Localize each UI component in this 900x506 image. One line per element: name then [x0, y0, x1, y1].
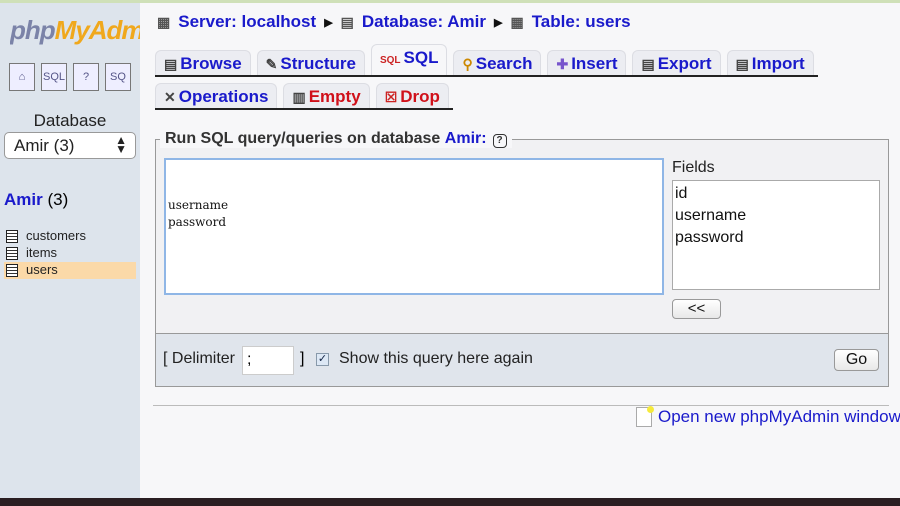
tab-sql[interactable]: SQL SQL [370, 44, 448, 75]
server-icon: ▦ [157, 13, 171, 30]
sql-query-window-icon[interactable]: SQL [41, 63, 67, 91]
table-item-items[interactable]: items [4, 245, 136, 262]
sql-query-textarea[interactable]: username password [164, 158, 664, 295]
table-list: customers items users [4, 228, 136, 279]
browse-icon: ▤ [164, 56, 178, 72]
desktop-background [0, 498, 900, 506]
show-query-label[interactable]: Show this query here again [339, 350, 533, 368]
database-label: Database [33, 111, 107, 130]
delimiter-input[interactable]: ; [242, 346, 294, 375]
breadcrumb-database[interactable]: Database: Amir [362, 12, 486, 32]
fields-list[interactable]: id username password [672, 180, 880, 290]
tab-bar-primary: ▤ Browse ✎ Structure SQL SQL ⚲ Search ✚ Inser… [155, 44, 818, 77]
go-button[interactable]: Go [834, 349, 879, 371]
table-item-customers[interactable]: customers [4, 228, 136, 245]
help-icon[interactable]: ? [492, 134, 507, 148]
magnifier-icon: ⚲ [462, 56, 473, 72]
tab-bar-secondary: ✕ Operations ▥ Empty ☒ Drop [155, 83, 453, 110]
divider [153, 405, 889, 406]
table-item-users[interactable]: users [4, 262, 136, 279]
tab-search[interactable]: ⚲ Search [453, 50, 542, 75]
fields-label: Fields [672, 159, 715, 176]
drop-icon: ☒ [384, 89, 398, 105]
field-option[interactable]: password [675, 227, 877, 249]
database-icon: ▤ [340, 13, 354, 30]
structure-icon: ✎ [265, 56, 278, 72]
tab-export[interactable]: ▤ Export [632, 50, 721, 75]
table-icon: ▦ [510, 13, 524, 30]
tab-drop[interactable]: ☒ Drop [375, 83, 449, 108]
tab-import[interactable]: ▤ Import [726, 50, 814, 75]
sql-query-legend: Run SQL query/queries on database Amir:? [160, 130, 512, 148]
home-icon[interactable]: ⌂ [9, 63, 35, 91]
export-icon: ▤ [641, 56, 655, 72]
phpmyadmin-logo[interactable]: phpMyAdmin [10, 15, 140, 46]
breadcrumb-table[interactable]: Table: users [532, 12, 631, 32]
import-icon: ▤ [735, 56, 749, 72]
sidebar: phpMyAdmin ⌂ SQL ? SQ Database Amir (3)▲… [0, 3, 140, 498]
breadcrumb-server[interactable]: Server: localhost [178, 12, 316, 32]
field-option[interactable]: id [675, 183, 877, 205]
tab-insert[interactable]: ✚ Insert [547, 50, 627, 75]
open-new-window-link[interactable]: Open new phpMyAdmin window [636, 406, 900, 427]
trash-icon: ▥ [292, 89, 306, 105]
database-select[interactable]: Amir (3) ▲ ▼ [4, 132, 136, 159]
insert-icon: ✚ [556, 56, 569, 72]
tab-browse[interactable]: ▤ Browse [155, 50, 251, 75]
arrow-right-icon: ▶ [493, 16, 503, 29]
tab-structure[interactable]: ✎ Structure [256, 50, 365, 75]
tab-operations[interactable]: ✕ Operations [155, 83, 278, 108]
tab-empty[interactable]: ▥ Empty [283, 83, 370, 108]
show-query-checkbox[interactable]: ✓ [316, 353, 329, 366]
database-heading[interactable]: Amir (3) [4, 190, 68, 210]
new-window-icon [636, 406, 654, 427]
arrow-right-icon: ▶ [324, 16, 333, 29]
sql-docs-icon[interactable]: SQ [105, 63, 131, 91]
delimiter-bracket: ] [300, 350, 305, 367]
insert-field-button[interactable]: << [672, 299, 721, 319]
tools-icon: ✕ [164, 89, 176, 105]
sql-icon: SQL [379, 55, 401, 66]
help-icon[interactable]: ? [73, 63, 99, 91]
select-arrows-icon: ▲ ▼ [115, 133, 127, 156]
field-option[interactable]: username [675, 205, 877, 227]
breadcrumb: ▦ Server: localhost ▶ ▤ Database: Amir ▶ ▦… [157, 12, 631, 32]
delimiter-label: [ Delimiter [163, 350, 236, 367]
